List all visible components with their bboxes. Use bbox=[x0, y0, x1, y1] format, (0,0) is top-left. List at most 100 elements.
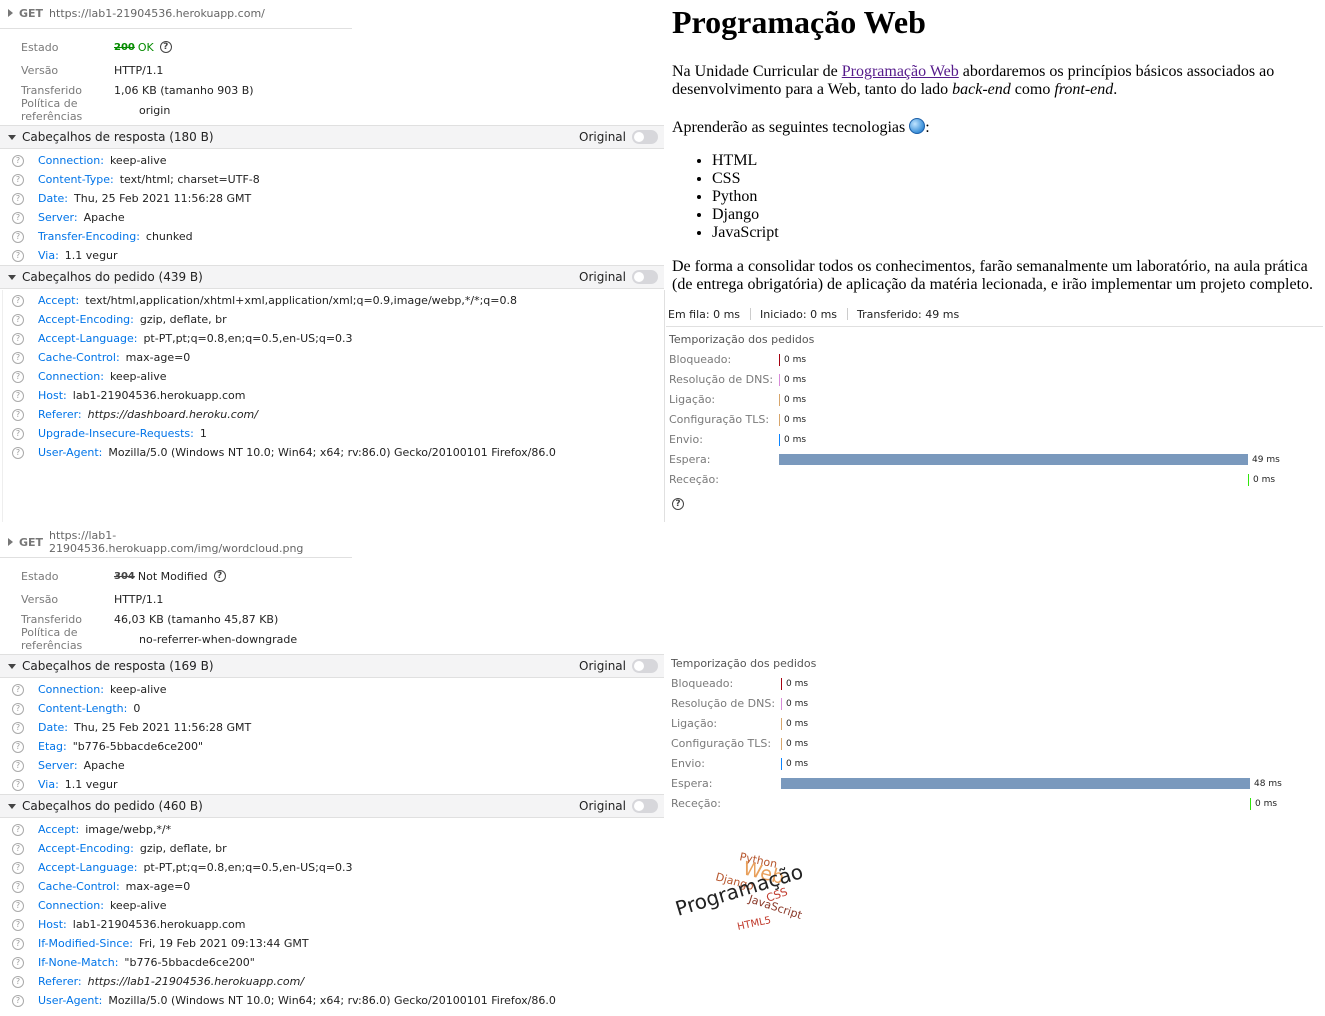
help-icon[interactable]: ? bbox=[672, 498, 684, 510]
header-row[interactable]: ? Referer: https://lab1-21904536.herokuapp… bbox=[12, 972, 304, 991]
header-row[interactable]: ? Via: 1.1 vegur bbox=[12, 775, 118, 794]
help-icon[interactable]: ? bbox=[213, 570, 226, 582]
timing-value: 0 ms bbox=[784, 435, 807, 445]
status-code: 200 bbox=[114, 41, 135, 53]
help-icon[interactable]: ? bbox=[12, 759, 24, 772]
collapse-triangle-icon[interactable] bbox=[8, 538, 13, 546]
header-name: Accept-Encoding: bbox=[38, 313, 134, 326]
help-icon[interactable]: ? bbox=[12, 332, 24, 345]
help-icon[interactable]: ? bbox=[12, 351, 24, 364]
request-headers-section[interactable]: Cabeçalhos do pedido (439 B) Original bbox=[0, 265, 664, 289]
header-row[interactable]: ? Cache-Control: max-age=0 bbox=[12, 348, 190, 367]
header-row[interactable]: ? Server: Apache bbox=[12, 756, 125, 775]
expand-triangle-icon[interactable] bbox=[8, 663, 16, 669]
expand-triangle-icon[interactable] bbox=[8, 134, 16, 140]
timing-bar bbox=[779, 434, 780, 446]
help-icon[interactable]: ? bbox=[12, 408, 24, 421]
expand-triangle-icon[interactable] bbox=[8, 274, 16, 280]
header-row[interactable]: ? Connection: keep-alive bbox=[12, 896, 167, 915]
help-icon[interactable]: ? bbox=[12, 975, 24, 988]
timing-value: 0 ms bbox=[786, 679, 809, 689]
help-icon[interactable]: ? bbox=[12, 154, 24, 167]
help-icon[interactable]: ? bbox=[12, 427, 24, 440]
header-row[interactable]: ? Connection: keep-alive bbox=[12, 680, 167, 699]
header-row[interactable]: ? Via: 1.1 vegur bbox=[12, 246, 118, 265]
header-row[interactable]: ? Host: lab1-21904536.herokuapp.com bbox=[12, 915, 245, 934]
header-row[interactable]: ? Accept-Language: pt-PT,pt;q=0.8,en;q=0.5… bbox=[12, 329, 353, 348]
header-row[interactable]: ? Date: Thu, 25 Feb 2021 11:56:28 GMT bbox=[12, 718, 251, 737]
header-value: Fri, 19 Feb 2021 09:13:44 GMT bbox=[138, 937, 309, 950]
original-label: Original bbox=[579, 799, 626, 813]
timings-title: Temporização dos pedidos bbox=[669, 333, 815, 346]
request-headers-section[interactable]: Cabeçalhos do pedido (460 B) Original bbox=[0, 794, 664, 818]
header-row[interactable]: ? Accept-Language: pt-PT,pt;q=0.8,en;q=0.5… bbox=[12, 858, 353, 877]
header-row[interactable]: ? Connection: keep-alive bbox=[12, 367, 167, 386]
help-icon[interactable]: ? bbox=[159, 41, 172, 53]
response-headers-section[interactable]: Cabeçalhos de resposta (180 B) Original bbox=[0, 125, 664, 149]
help-icon[interactable]: ? bbox=[12, 740, 24, 753]
header-row[interactable]: ? Accept: image/webp,*/* bbox=[12, 820, 171, 839]
header-row[interactable]: ? Content-Length: 0 bbox=[12, 699, 140, 718]
expand-triangle-icon[interactable] bbox=[8, 803, 16, 809]
original-toggle[interactable]: Original bbox=[579, 799, 658, 813]
help-icon[interactable]: ? bbox=[12, 446, 24, 459]
original-toggle[interactable]: Original bbox=[579, 659, 658, 673]
help-icon[interactable]: ? bbox=[12, 994, 24, 1007]
help-icon[interactable]: ? bbox=[12, 861, 24, 874]
header-row[interactable]: ? Date: Thu, 25 Feb 2021 11:56:28 GMT bbox=[12, 189, 251, 208]
help-icon[interactable]: ? bbox=[12, 721, 24, 734]
header-row[interactable]: ? If-Modified-Since: Fri, 19 Feb 2021 09:1… bbox=[12, 934, 309, 953]
help-icon[interactable]: ? bbox=[12, 294, 24, 307]
header-row[interactable]: ? User-Agent: Mozilla/5.0 (Windows NT 10.0… bbox=[12, 991, 556, 1010]
header-row[interactable]: ? Connection: keep-alive bbox=[12, 151, 167, 170]
help-icon[interactable]: ? bbox=[12, 370, 24, 383]
header-row[interactable]: ? Accept-Encoding: gzip, deflate, br bbox=[12, 310, 227, 329]
header-row[interactable]: ? If-None-Match: "b776-5bbacde6ce200" bbox=[12, 953, 255, 972]
help-icon[interactable]: ? bbox=[12, 211, 24, 224]
header-row[interactable]: ? Server: Apache bbox=[12, 208, 125, 227]
header-row[interactable]: ? Content-Type: text/html; charset=UTF-8 bbox=[12, 170, 260, 189]
help-icon[interactable]: ? bbox=[12, 683, 24, 696]
header-name: Connection: bbox=[38, 683, 104, 696]
original-toggle[interactable]: Original bbox=[579, 130, 658, 144]
help-icon[interactable]: ? bbox=[12, 249, 24, 262]
header-row[interactable]: ? Cache-Control: max-age=0 bbox=[12, 877, 190, 896]
header-row[interactable]: ? Accept: text/html,application/xhtml+xml,… bbox=[12, 291, 517, 310]
help-icon[interactable]: ? bbox=[12, 173, 24, 186]
header-name: Date: bbox=[38, 721, 68, 734]
header-row[interactable]: ? Accept-Encoding: gzip, deflate, br bbox=[12, 839, 227, 858]
header-row[interactable]: ? Referer: https://dashboard.heroku.com/ bbox=[12, 405, 258, 424]
help-icon[interactable]: ? bbox=[12, 956, 24, 969]
help-icon[interactable]: ? bbox=[12, 880, 24, 893]
timing-value: 0 ms bbox=[784, 395, 807, 405]
help-icon[interactable]: ? bbox=[12, 192, 24, 205]
header-row[interactable]: ? Etag: "b776-5bbacde6ce200" bbox=[12, 737, 203, 756]
header-row[interactable]: ? Upgrade-Insecure-Requests: 1 bbox=[12, 424, 207, 443]
toggle-switch[interactable] bbox=[632, 659, 658, 673]
timing-value: 0 ms bbox=[1253, 475, 1276, 485]
help-icon[interactable]: ? bbox=[12, 389, 24, 402]
help-icon[interactable]: ? bbox=[12, 702, 24, 715]
help-icon[interactable]: ? bbox=[12, 937, 24, 950]
request-url-row-2[interactable]: GET https://lab1-21904536.herokuapp.com/… bbox=[0, 529, 354, 555]
original-toggle[interactable]: Original bbox=[579, 270, 658, 284]
header-value: "b776-5bbacde6ce200" bbox=[72, 740, 204, 753]
collapse-triangle-icon[interactable] bbox=[8, 9, 13, 17]
request-url-row-1[interactable]: GET https://lab1-21904536.herokuapp.com/ bbox=[0, 1, 354, 25]
list-item: HTML bbox=[712, 152, 779, 170]
help-icon[interactable]: ? bbox=[12, 918, 24, 931]
help-icon[interactable]: ? bbox=[12, 778, 24, 791]
header-row[interactable]: ? Host: lab1-21904536.herokuapp.com bbox=[12, 386, 245, 405]
help-icon[interactable]: ? bbox=[12, 842, 24, 855]
response-headers-section[interactable]: Cabeçalhos de resposta (169 B) Original bbox=[0, 654, 664, 678]
help-icon[interactable]: ? bbox=[12, 313, 24, 326]
header-row[interactable]: ? User-Agent: Mozilla/5.0 (Windows NT 10.0… bbox=[12, 443, 556, 462]
help-icon[interactable]: ? bbox=[12, 899, 24, 912]
toggle-switch[interactable] bbox=[632, 130, 658, 144]
header-row[interactable]: ? Transfer-Encoding: chunked bbox=[12, 227, 193, 246]
help-icon[interactable]: ? bbox=[12, 823, 24, 836]
course-link[interactable]: Programação Web bbox=[842, 63, 959, 80]
toggle-switch[interactable] bbox=[632, 799, 658, 813]
help-icon[interactable]: ? bbox=[12, 230, 24, 243]
toggle-switch[interactable] bbox=[632, 270, 658, 284]
